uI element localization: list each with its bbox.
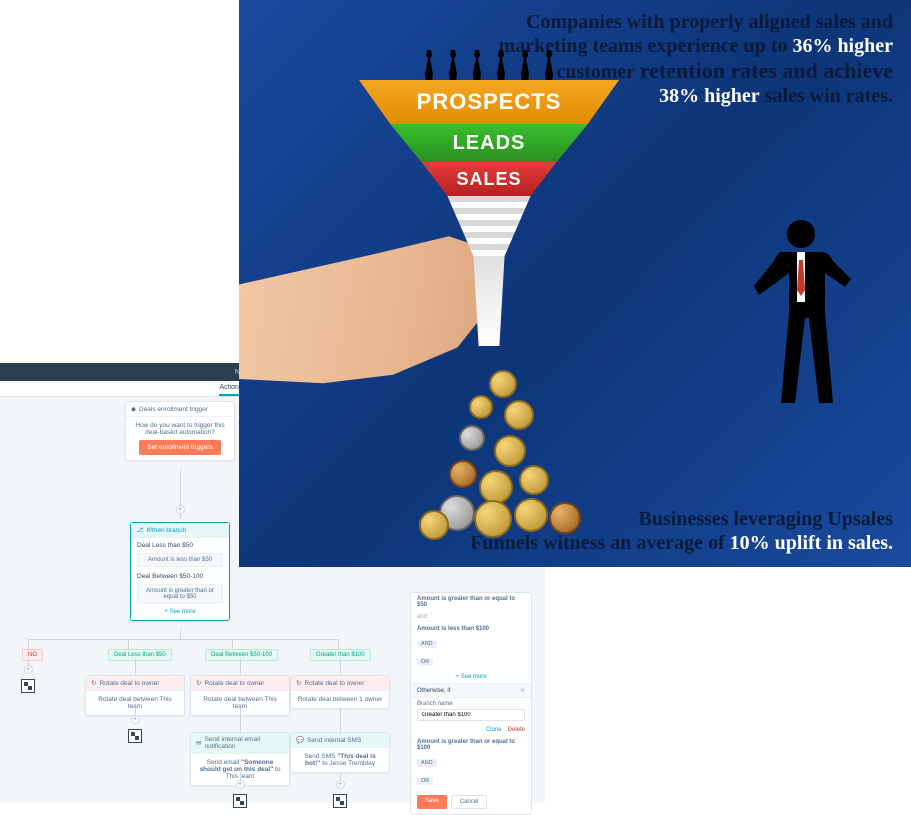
- branch-section-title: Deal Between $50-100: [131, 569, 229, 582]
- card-body: How do you want to trigger this deal-bas…: [126, 417, 234, 460]
- or-button[interactable]: OR: [417, 658, 433, 666]
- highlight: 38% higher: [659, 85, 760, 107]
- add-step-button[interactable]: +: [236, 780, 245, 789]
- see-more-link[interactable]: + See more: [411, 671, 531, 683]
- connector: [240, 659, 241, 675]
- text: retention rates and achieve: [640, 58, 893, 83]
- if-then-branch-card[interactable]: ⎇ If/then branch Deal Less than $50 Amou…: [130, 522, 230, 621]
- trigger-prompt: How do you want to trigger this deal-bas…: [131, 422, 229, 436]
- add-step-button[interactable]: +: [24, 665, 33, 674]
- branch-name-input[interactable]: [417, 709, 525, 721]
- connector: [232, 639, 233, 649]
- funnel-layer-leads: LEADS: [359, 124, 619, 162]
- highlight: 10% uplift in sales.: [730, 532, 893, 554]
- card-header: ⎇ If/then branch: [131, 523, 229, 538]
- funnel-layer-prospects: PROSPECTS: [359, 80, 619, 124]
- connector: [338, 639, 339, 649]
- businessman-silhouette: [751, 220, 851, 430]
- rotate-icon: ↻: [196, 679, 201, 687]
- condition-pill[interactable]: Amount is greater than or equal to $50: [137, 584, 223, 604]
- card-body: Send SMS "This deal is hot!" to Jesse Tr…: [291, 748, 389, 772]
- or-button[interactable]: OR: [417, 777, 433, 785]
- text: Companies with properly aligned sales an…: [526, 11, 893, 33]
- funnel-layer-sales: SALES: [359, 162, 619, 196]
- end-marker-icon: [128, 729, 142, 743]
- clone-button[interactable]: Clone: [486, 727, 502, 733]
- branch-label-2[interactable]: Deal Between $50-100: [205, 649, 278, 661]
- field-label: Branch name: [417, 701, 525, 707]
- branch-icon: ⎇: [136, 526, 144, 534]
- add-step-button[interactable]: +: [131, 715, 140, 724]
- end-marker-icon: [333, 794, 347, 808]
- text: Businesses leveraging Upsales: [639, 508, 893, 530]
- deal-icon: ◆: [131, 405, 136, 413]
- connector: [340, 707, 341, 732]
- card-title: If/then branch: [147, 527, 187, 534]
- email-icon: ✉: [196, 739, 201, 747]
- card-body: Rotate deal between 1 owner: [291, 691, 389, 708]
- rotate-deal-card[interactable]: ↻Rotate deal to owner Rotate deal betwee…: [290, 675, 390, 709]
- connector: [340, 659, 341, 675]
- condition-text[interactable]: Amount is less than $100: [417, 626, 489, 632]
- card-header: ◆ Deals enrollment trigger: [126, 402, 234, 417]
- see-more-link[interactable]: + See more: [131, 606, 229, 620]
- otherwise-label: Otherwise, if: [417, 688, 450, 694]
- connector: [180, 629, 181, 639]
- text: Funnels witness an average of: [470, 532, 729, 554]
- sales-funnel: PROSPECTS LEADS SALES: [359, 80, 619, 346]
- enrollment-trigger-card[interactable]: ◆ Deals enrollment trigger How do you wa…: [125, 401, 235, 461]
- operator-text: and: [411, 611, 531, 623]
- and-button[interactable]: AND: [417, 759, 437, 767]
- rotate-icon: ↻: [296, 679, 301, 687]
- branch-label-1[interactable]: Deal Less than $50: [108, 649, 172, 661]
- save-button[interactable]: Save: [417, 795, 447, 809]
- connector: [28, 639, 29, 649]
- add-step-button[interactable]: +: [176, 505, 185, 514]
- delete-button[interactable]: Delete: [508, 727, 525, 733]
- cancel-button[interactable]: Cancel: [451, 795, 488, 809]
- end-marker-icon: [21, 679, 35, 693]
- connector: [135, 659, 136, 675]
- add-step-button[interactable]: +: [336, 780, 345, 789]
- and-button[interactable]: AND: [417, 640, 437, 648]
- sms-icon: 💬: [296, 736, 304, 744]
- set-triggers-button[interactable]: Set enrollment triggers: [139, 440, 220, 455]
- card-title: Send internal SMS: [307, 737, 361, 744]
- branch-section-title: Deal Less than $50: [131, 538, 229, 551]
- infographic-headline-bottom: Businesses leveraging Upsales Funnels wi…: [470, 507, 893, 555]
- send-sms-card[interactable]: 💬Send internal SMS Send SMS "This deal i…: [290, 732, 390, 773]
- card-title: Rotate deal to owner: [304, 680, 364, 687]
- card-title: Deals enrollment trigger: [139, 406, 208, 413]
- connector: [240, 707, 241, 732]
- rotate-icon: ↻: [91, 679, 96, 687]
- funnel-stripes: [359, 196, 619, 256]
- branch-label-no[interactable]: NO: [22, 649, 43, 661]
- condition-pill[interactable]: Amount is less than $50: [137, 553, 223, 567]
- close-icon[interactable]: ✕: [520, 687, 525, 694]
- condition-text[interactable]: Amount is greater than or equal to $100: [417, 739, 515, 751]
- card-title: Send internal email notification: [204, 736, 284, 750]
- branch-editor-panel: Amount is greater than or equal to $50 a…: [410, 592, 532, 815]
- infographic-panel: Companies with properly aligned sales an…: [239, 0, 911, 567]
- text: sales win rates.: [760, 85, 893, 107]
- connector: [128, 639, 129, 649]
- connector: [28, 639, 338, 640]
- end-marker-icon: [233, 794, 247, 808]
- condition-text[interactable]: Amount is greater than or equal to $50: [417, 596, 515, 608]
- funnel-stem: [359, 256, 619, 346]
- card-title: Rotate deal to owner: [204, 680, 264, 687]
- card-title: Rotate deal to owner: [99, 680, 159, 687]
- highlight: 36% higher: [792, 35, 893, 57]
